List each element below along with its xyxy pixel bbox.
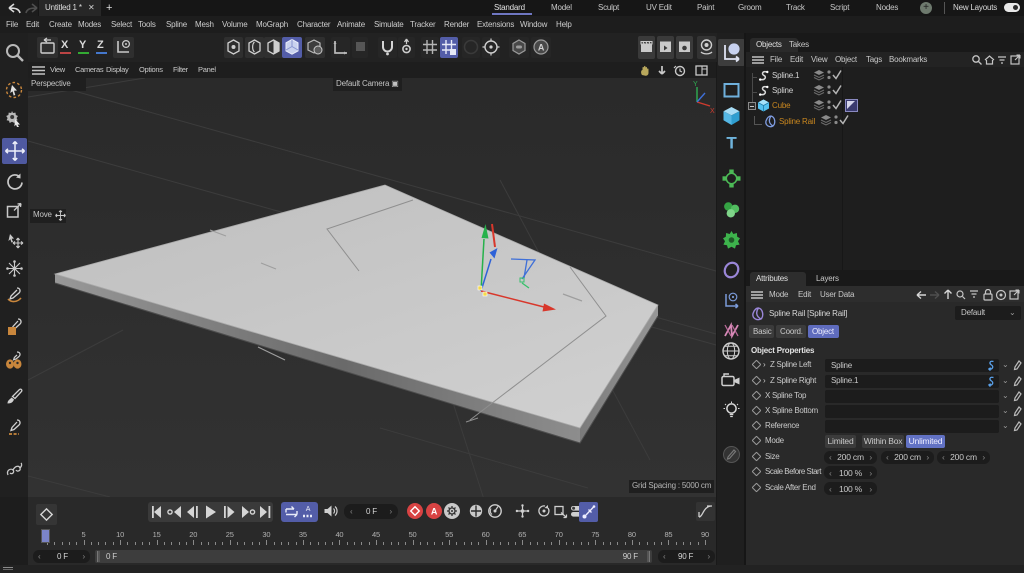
svg-text:X: X (710, 108, 715, 115)
svg-text:Y: Y (693, 81, 698, 88)
svg-text:A: A (306, 506, 311, 513)
svg-text:A: A (538, 43, 545, 53)
svg-text:A: A (431, 507, 438, 517)
svg-text:T: T (726, 134, 737, 152)
